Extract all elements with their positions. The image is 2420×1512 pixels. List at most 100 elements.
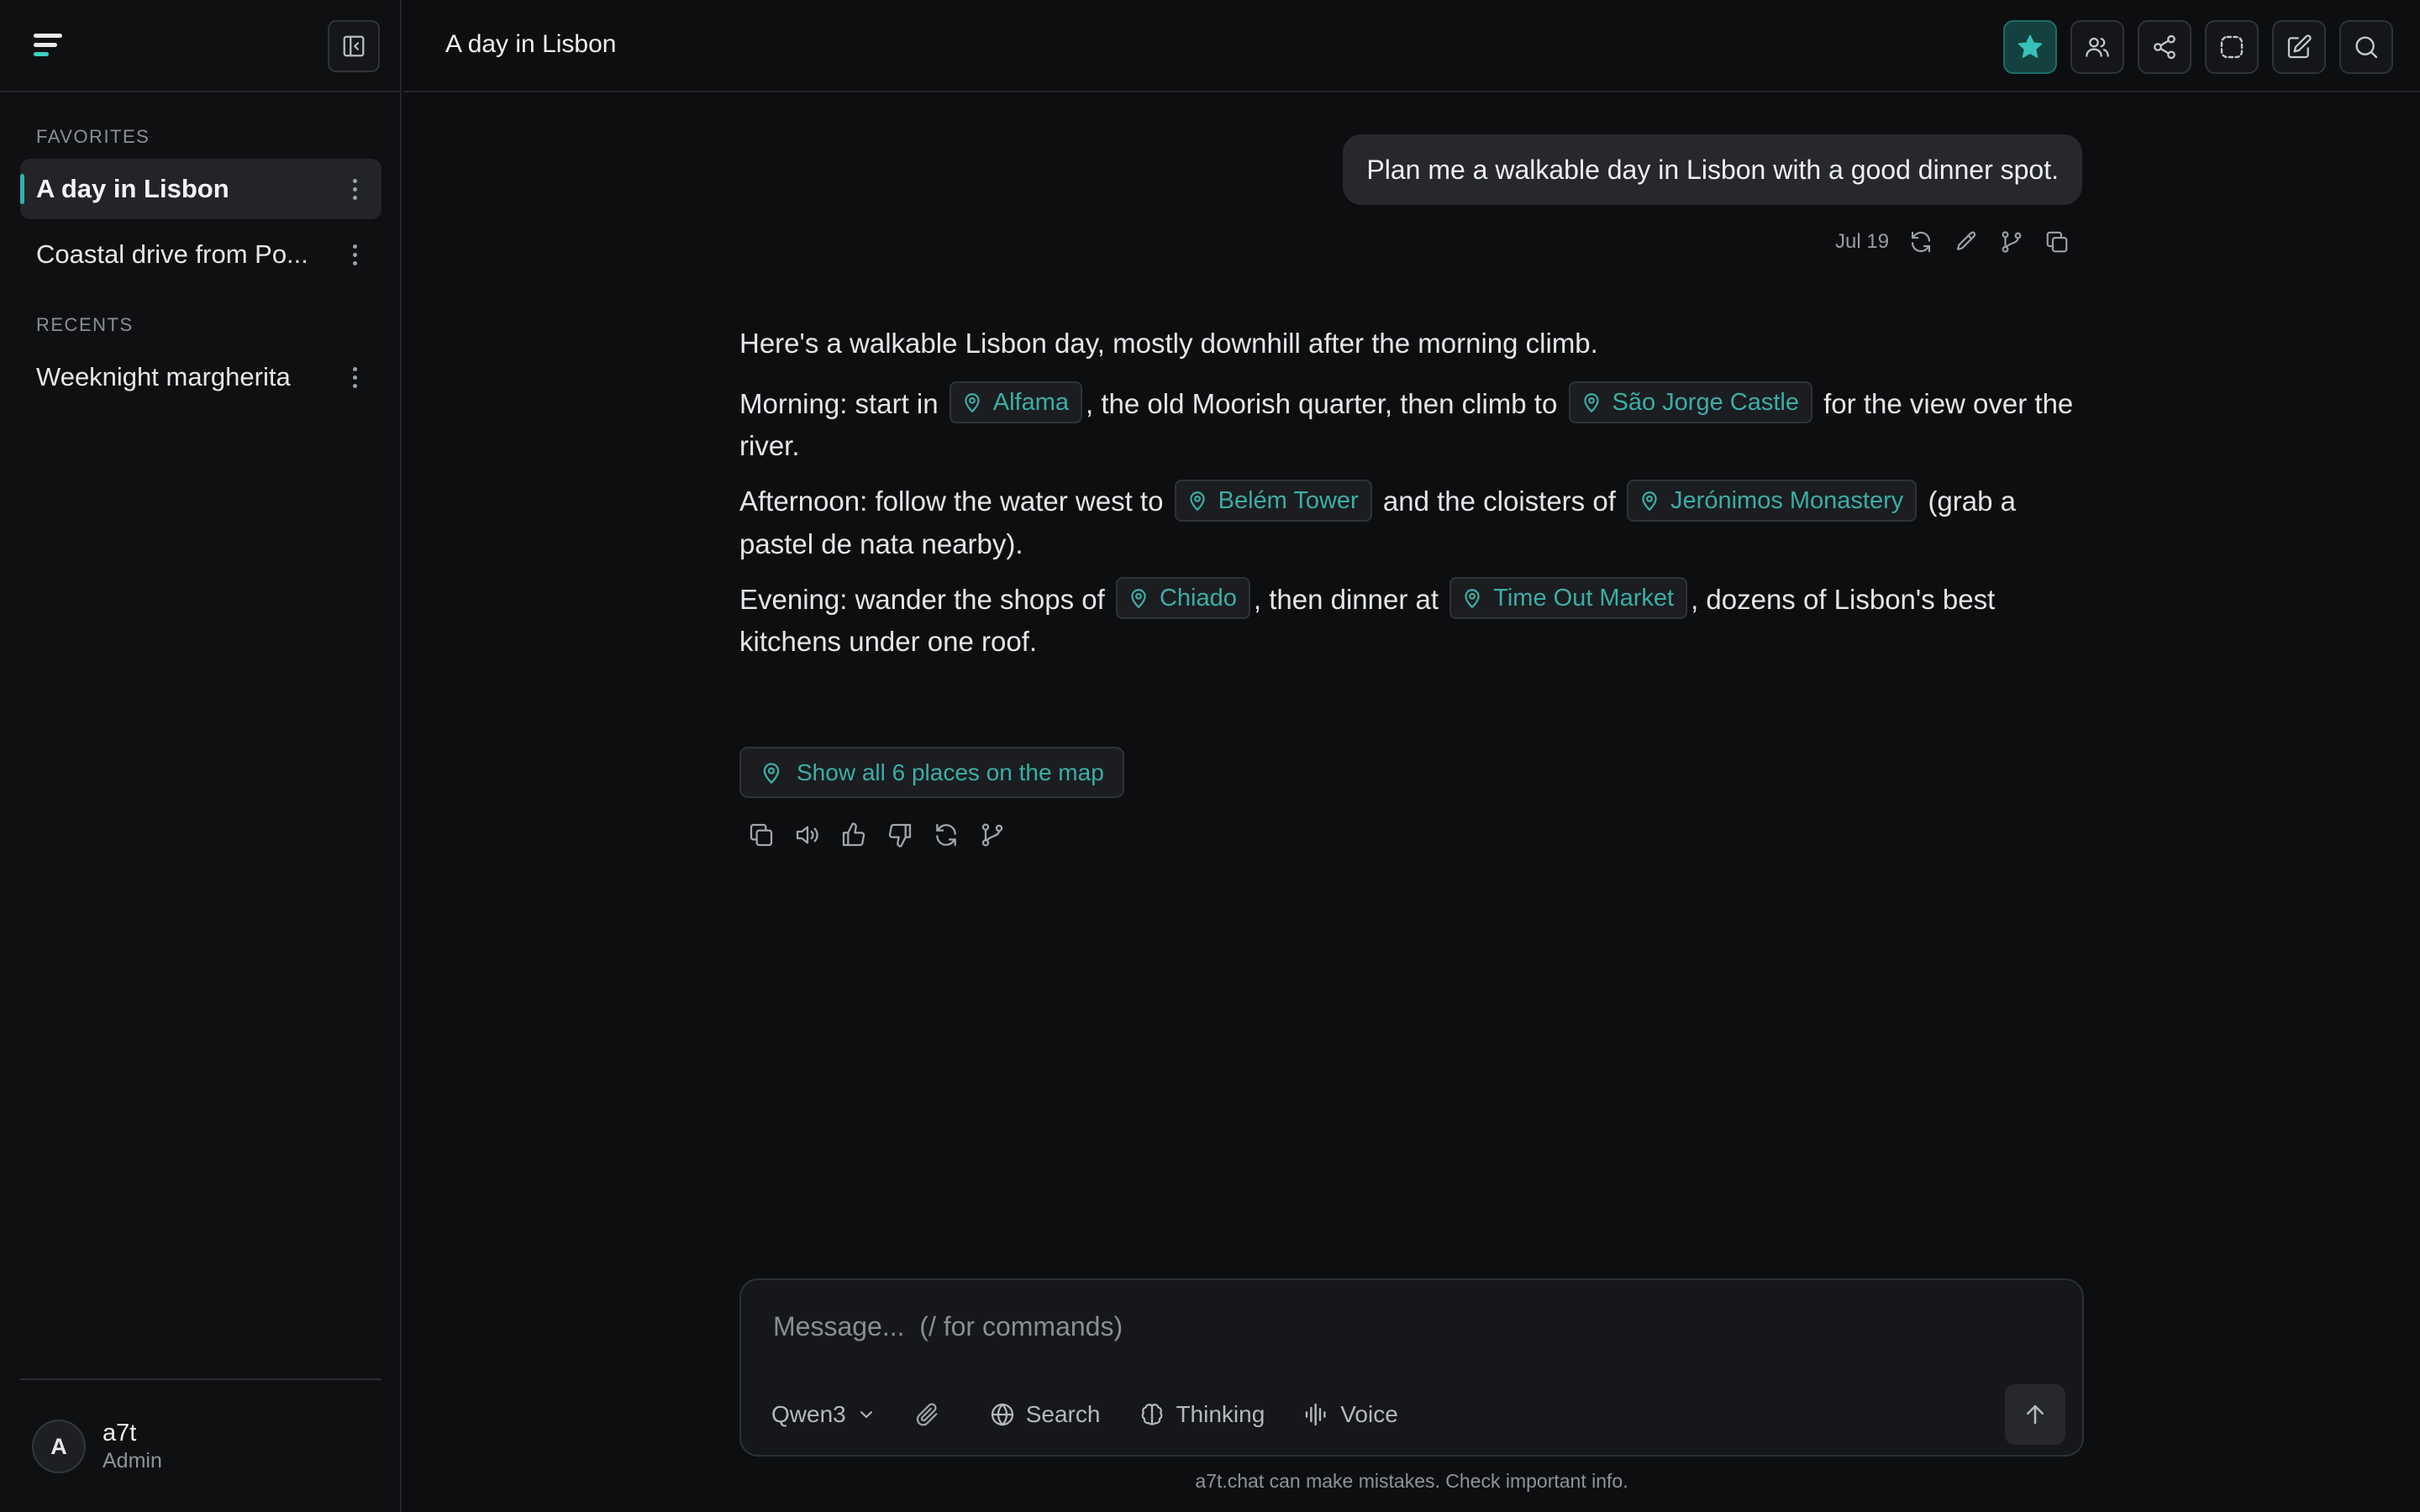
search-toggle[interactable]: Search	[989, 1401, 1101, 1428]
brain-icon	[1142, 1404, 1163, 1425]
send-button[interactable]	[2005, 1384, 2065, 1445]
temporary-chat-button[interactable]	[2205, 20, 2259, 74]
answer-intro: Here's a walkable Lisbon day, mostly dow…	[739, 328, 1598, 359]
place-chip-alfama[interactable]: Alfama	[949, 381, 1083, 424]
sidebar-header	[0, 0, 402, 92]
sidebar: FAVORITES A day in Lisbon Coastal drive …	[0, 0, 402, 1512]
answer-text: and the cloisters of	[1382, 486, 1616, 517]
chevron-down-icon	[860, 1411, 872, 1419]
app-window: FAVORITES A day in Lisbon Coastal drive …	[0, 0, 2420, 1512]
place-chip-label: Belém Tower	[1218, 486, 1359, 514]
map-pin-icon	[1642, 491, 1657, 511]
assistant-message: Here's a walkable Lisbon day, mostly dow…	[739, 324, 2084, 678]
star-icon	[2018, 34, 2043, 58]
share-button[interactable]	[2138, 20, 2191, 74]
place-chip-label: São Jorge Castle	[1612, 389, 1799, 417]
copy-icon[interactable]	[2044, 228, 2070, 255]
place-chip-label: Time Out Market	[1493, 584, 1675, 612]
user-message-bubble: Plan me a walkable day in Lisbon with a …	[1343, 134, 2082, 205]
answer-text: Afternoon: follow the water west to	[739, 486, 1164, 517]
sidebar-item-label: A day in Lisbon	[36, 174, 229, 203]
place-chip-label: Alfama	[992, 389, 1070, 417]
favorite-button[interactable]	[2003, 20, 2057, 74]
more-options-icon[interactable]	[353, 367, 358, 389]
show-on-map-button[interactable]: Show all 6 places on the map	[739, 747, 1124, 798]
place-chip-belem-tower[interactable]: Belém Tower	[1174, 479, 1372, 522]
answer-afternoon: Afternoon: follow the water west to Belé…	[739, 479, 2084, 563]
disclaimer-text: a7t.chat can make mistakes. Check import…	[1195, 1470, 1628, 1492]
map-pin-icon	[1131, 589, 1146, 609]
user-message-meta: Jul 19	[1835, 225, 2089, 259]
read-aloud-icon[interactable]	[792, 820, 823, 850]
thumbs-down-icon[interactable]	[885, 820, 915, 850]
search-icon	[2355, 36, 2378, 59]
page-title: A day in Lisbon	[445, 30, 617, 58]
sidebar-collapse-icon	[343, 35, 365, 57]
branch-icon[interactable]	[1998, 228, 2025, 255]
answer-text: , the old Moorish quarter, then climb to	[1086, 388, 1558, 419]
sidebar-item-weeknight-margherita[interactable]: Weeknight margherita	[20, 347, 381, 407]
sidebar-item-label: Weeknight margherita	[36, 362, 291, 391]
sidebar-item-label: Coastal drive from Po...	[36, 239, 308, 269]
branch-icon[interactable]	[977, 820, 1007, 850]
copy-icon[interactable]	[746, 820, 776, 850]
app-logo-icon[interactable]	[34, 34, 64, 59]
model-selector[interactable]: Qwen3	[771, 1401, 876, 1428]
place-chip-jeronimos-monastery[interactable]: Jerónimos Monastery	[1627, 479, 1918, 522]
more-options-icon[interactable]	[353, 244, 358, 266]
answer-text: , then dinner at	[1253, 583, 1439, 615]
recents-section-label: RECENTS	[36, 314, 134, 335]
voice-button-label: Voice	[1340, 1401, 1398, 1427]
edit-message-icon[interactable]	[1953, 228, 1980, 255]
thinking-toggle[interactable]: Thinking	[1139, 1401, 1265, 1428]
map-pin-icon	[965, 393, 980, 413]
paperclip-icon	[916, 1403, 938, 1426]
favorites-section-label: FAVORITES	[36, 126, 150, 147]
message-input[interactable]	[773, 1305, 2033, 1347]
chat-header: A day in Lisbon	[403, 0, 2420, 92]
composer-toolbar: Qwen3 Search Thinking Voice	[771, 1398, 1437, 1431]
search-toggle-label: Search	[1025, 1401, 1101, 1427]
map-pin-icon	[763, 762, 780, 784]
share-icon	[2154, 34, 2175, 60]
message-date: Jul 19	[1835, 230, 1890, 253]
dashed-selection-icon	[2220, 35, 2244, 59]
answer-evening: Evening: wander the shops of Chiado , the…	[739, 576, 2084, 661]
place-chip-chiado[interactable]: Chiado	[1115, 576, 1250, 619]
place-chip-label: Chiado	[1159, 584, 1237, 612]
more-options-icon[interactable]	[353, 179, 358, 201]
show-on-map-label: Show all 6 places on the map	[797, 759, 1104, 785]
thumbs-up-icon[interactable]	[839, 820, 869, 850]
regenerate-icon[interactable]	[931, 820, 961, 850]
new-chat-button[interactable]	[2272, 20, 2326, 74]
message-actions	[746, 820, 1023, 850]
user-profile[interactable]: A a7t Admin	[32, 1418, 162, 1475]
sidebar-divider	[20, 1378, 381, 1380]
message-composer: Qwen3 Search Thinking Voice	[739, 1278, 2084, 1457]
participants-button[interactable]	[2070, 20, 2124, 74]
place-chip-time-out-market[interactable]: Time Out Market	[1449, 576, 1688, 619]
user-name: a7t	[103, 1420, 137, 1446]
edit-icon	[2287, 34, 2312, 59]
globe-icon	[991, 1403, 1013, 1426]
answer-text: Evening: wander the shops of	[739, 583, 1105, 615]
place-chip-label: Jerónimos Monastery	[1670, 486, 1904, 514]
sidebar-item-a-day-in-lisbon[interactable]: A day in Lisbon	[20, 159, 381, 219]
voice-button[interactable]: Voice	[1303, 1401, 1398, 1428]
users-icon	[2086, 37, 2109, 57]
regenerate-icon[interactable]	[1907, 228, 1934, 255]
attach-button[interactable]	[913, 1401, 950, 1428]
place-chip-sao-jorge-castle[interactable]: São Jorge Castle	[1568, 381, 1812, 424]
model-name: Qwen3	[771, 1401, 846, 1427]
search-button[interactable]	[2339, 20, 2393, 74]
answer-morning: Morning: start in Alfama , the old Mooris…	[739, 381, 2084, 465]
user-role: Admin	[103, 1449, 162, 1473]
thinking-toggle-label: Thinking	[1176, 1401, 1265, 1427]
map-pin-icon	[1465, 589, 1480, 609]
avatar: A	[32, 1420, 86, 1473]
sidebar-item-coastal-drive[interactable]: Coastal drive from Po...	[20, 224, 381, 285]
arrow-up-icon	[2027, 1404, 2044, 1425]
map-pin-icon	[1583, 393, 1599, 413]
audio-waveform-icon	[1306, 1403, 1326, 1426]
collapse-sidebar-button[interactable]	[328, 20, 380, 72]
